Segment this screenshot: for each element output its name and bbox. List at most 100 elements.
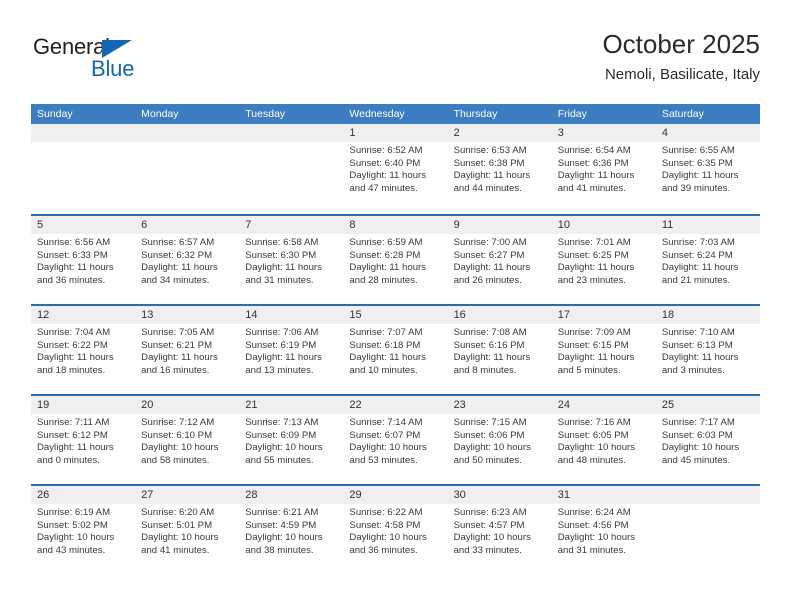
day-cell-8[interactable]: 8 Sunrise: 6:59 AM Sunset: 6:28 PM Daylight… (343, 216, 448, 304)
day-detail-line: Sunset: 6:06 PM (453, 429, 525, 441)
day-detail-line: Sunrise: 7:01 AM (557, 237, 631, 248)
day-detail-line: Sunrise: 7:07 AM (349, 327, 423, 338)
day-details: Sunrise: 6:58 AM Sunset: 6:30 PM Daylight:… (239, 234, 343, 287)
day-detail-line: and 3 minutes. (661, 364, 725, 376)
day-detail-line: Sunset: 6:09 PM (245, 429, 317, 441)
day-detail-line: Daylight: 10 hours (245, 442, 323, 454)
day-detail-line: Sunset: 6:30 PM (245, 249, 317, 261)
day-detail-line: Sunrise: 6:19 AM (37, 507, 111, 518)
day-detail-line: and 33 minutes. (453, 544, 522, 556)
day-number: 30 (447, 486, 552, 504)
day-detail-line: Sunset: 6:32 PM (141, 249, 213, 261)
day-cell-21[interactable]: 21 Sunrise: 7:13 AM Sunset: 6:09 PM Dayligh… (239, 396, 344, 484)
weekday-header-tuesday: Tuesday (245, 108, 286, 120)
day-details: Sunrise: 7:16 AM Sunset: 6:05 PM Daylight:… (552, 414, 656, 467)
day-detail-line: Sunrise: 7:08 AM (453, 327, 527, 338)
day-cell-empty (31, 124, 136, 214)
day-detail-line: Sunset: 4:56 PM (557, 519, 629, 531)
day-number (239, 124, 344, 142)
day-cell-25[interactable]: 25 Sunrise: 7:17 AM Sunset: 6:03 PM Dayligh… (655, 396, 760, 484)
day-cell-24[interactable]: 24 Sunrise: 7:16 AM Sunset: 6:05 PM Dayligh… (551, 396, 656, 484)
day-number: 2 (447, 124, 552, 142)
day-detail-line: and 48 minutes. (557, 454, 626, 466)
day-detail-line: Sunset: 6:05 PM (557, 429, 629, 441)
day-cell-30[interactable]: 30 Sunrise: 6:23 AM Sunset: 4:57 PM Dayligh… (447, 486, 552, 574)
day-detail-line: Sunset: 6:40 PM (349, 157, 421, 169)
day-number (31, 124, 136, 142)
day-detail-line: and 58 minutes. (141, 454, 210, 466)
day-cell-13[interactable]: 13 Sunrise: 7:05 AM Sunset: 6:21 PM Dayligh… (135, 306, 240, 394)
day-detail-line: Sunset: 6:36 PM (557, 157, 629, 169)
day-cell-5[interactable]: 5 Sunrise: 6:56 AM Sunset: 6:33 PM Daylight… (31, 216, 136, 304)
day-details (31, 142, 135, 145)
day-detail-line: Sunset: 6:10 PM (141, 429, 213, 441)
day-number: 20 (135, 396, 240, 414)
calendar-week-row: 19 Sunrise: 7:11 AM Sunset: 6:12 PM Dayligh… (31, 394, 760, 484)
day-cell-2[interactable]: 2 Sunrise: 6:53 AM Sunset: 6:38 PM Daylight… (447, 124, 552, 214)
day-detail-line: Daylight: 11 hours (245, 262, 322, 274)
calendar-page: General Blue October 2025 Nemoli, Basili… (0, 0, 792, 612)
page-header: General Blue October 2025 Nemoli, Basili… (31, 28, 760, 96)
calendar-week-row: 1 Sunrise: 6:52 AM Sunset: 6:40 PM Daylight… (31, 124, 760, 214)
day-cell-empty (135, 124, 240, 214)
day-number: 17 (551, 306, 656, 324)
day-details: Sunrise: 6:57 AM Sunset: 6:32 PM Daylight:… (135, 234, 239, 287)
day-cell-empty (655, 486, 760, 574)
day-detail-line: Daylight: 11 hours (37, 352, 114, 364)
day-cell-11[interactable]: 11 Sunrise: 7:03 AM Sunset: 6:24 PM Dayligh… (655, 216, 760, 304)
day-details: Sunrise: 7:07 AM Sunset: 6:18 PM Daylight:… (343, 324, 447, 377)
day-detail-line: Daylight: 11 hours (349, 170, 427, 182)
day-detail-line: Daylight: 10 hours (349, 532, 427, 544)
day-cell-1[interactable]: 1 Sunrise: 6:52 AM Sunset: 6:40 PM Daylight… (343, 124, 448, 214)
day-details: Sunrise: 7:11 AM Sunset: 6:12 PM Daylight:… (31, 414, 135, 467)
day-number: 13 (135, 306, 240, 324)
day-detail-line: Sunrise: 7:12 AM (141, 417, 215, 428)
day-detail-line: Sunset: 6:27 PM (453, 249, 525, 261)
day-cell-16[interactable]: 16 Sunrise: 7:08 AM Sunset: 6:16 PM Dayligh… (447, 306, 552, 394)
day-details: Sunrise: 6:56 AM Sunset: 6:33 PM Daylight:… (31, 234, 135, 287)
day-detail-line: Sunrise: 6:24 AM (557, 507, 631, 518)
day-details: Sunrise: 7:10 AM Sunset: 6:13 PM Daylight:… (656, 324, 760, 377)
day-cell-3[interactable]: 3 Sunrise: 6:54 AM Sunset: 6:36 PM Daylight… (551, 124, 656, 214)
day-cell-7[interactable]: 7 Sunrise: 6:58 AM Sunset: 6:30 PM Daylight… (239, 216, 344, 304)
day-cell-18[interactable]: 18 Sunrise: 7:10 AM Sunset: 6:13 PM Dayligh… (655, 306, 760, 394)
day-cell-29[interactable]: 29 Sunrise: 6:22 AM Sunset: 4:58 PM Dayligh… (343, 486, 448, 574)
day-detail-line: Sunrise: 7:13 AM (245, 417, 319, 428)
day-cell-14[interactable]: 14 Sunrise: 7:06 AM Sunset: 6:19 PM Dayligh… (239, 306, 344, 394)
day-number: 3 (551, 124, 656, 142)
day-cell-6[interactable]: 6 Sunrise: 6:57 AM Sunset: 6:32 PM Daylight… (135, 216, 240, 304)
day-details: Sunrise: 6:24 AM Sunset: 4:56 PM Daylight:… (552, 504, 656, 557)
day-cell-12[interactable]: 12 Sunrise: 7:04 AM Sunset: 6:22 PM Dayligh… (31, 306, 136, 394)
day-cell-15[interactable]: 15 Sunrise: 7:07 AM Sunset: 6:18 PM Dayligh… (343, 306, 448, 394)
day-cell-9[interactable]: 9 Sunrise: 7:00 AM Sunset: 6:27 PM Daylight… (447, 216, 552, 304)
weekday-header-sunday: Sunday (37, 108, 73, 120)
day-cell-4[interactable]: 4 Sunrise: 6:55 AM Sunset: 6:35 PM Daylight… (655, 124, 760, 214)
weekday-header-friday: Friday (557, 108, 587, 120)
day-detail-line: Daylight: 10 hours (557, 442, 636, 454)
page-subtitle: Nemoli, Basilicate, Italy (604, 66, 760, 83)
day-cell-27[interactable]: 27 Sunrise: 6:20 AM Sunset: 5:01 PM Dayligh… (135, 486, 240, 574)
day-cell-26[interactable]: 26 Sunrise: 6:19 AM Sunset: 5:02 PM Dayligh… (31, 486, 136, 574)
day-cell-19[interactable]: 19 Sunrise: 7:11 AM Sunset: 6:12 PM Dayligh… (31, 396, 136, 484)
day-detail-line: Sunset: 6:28 PM (349, 249, 421, 261)
day-detail-line: Daylight: 11 hours (453, 262, 531, 274)
day-detail-line: Sunset: 6:15 PM (557, 339, 629, 351)
calendar-week-row: 5 Sunrise: 6:56 AM Sunset: 6:33 PM Daylight… (31, 214, 760, 304)
day-detail-line: Daylight: 11 hours (453, 170, 531, 182)
day-number: 10 (551, 216, 656, 234)
day-number (135, 124, 240, 142)
day-number: 15 (343, 306, 448, 324)
day-cell-17[interactable]: 17 Sunrise: 7:09 AM Sunset: 6:15 PM Dayligh… (551, 306, 656, 394)
general-blue-logo[interactable]: General Blue (31, 34, 231, 90)
day-cell-31[interactable]: 31 Sunrise: 6:24 AM Sunset: 4:56 PM Dayligh… (551, 486, 656, 574)
day-number: 18 (655, 306, 760, 324)
day-cell-20[interactable]: 20 Sunrise: 7:12 AM Sunset: 6:10 PM Dayligh… (135, 396, 240, 484)
day-cell-10[interactable]: 10 Sunrise: 7:01 AM Sunset: 6:25 PM Dayligh… (551, 216, 656, 304)
weekday-header-wednesday: Wednesday (349, 108, 405, 120)
day-number: 29 (343, 486, 448, 504)
day-number (655, 486, 760, 504)
day-detail-line: and 45 minutes. (661, 454, 731, 466)
day-cell-23[interactable]: 23 Sunrise: 7:15 AM Sunset: 6:06 PM Dayligh… (447, 396, 552, 484)
day-cell-28[interactable]: 28 Sunrise: 6:21 AM Sunset: 4:59 PM Dayligh… (239, 486, 344, 574)
day-cell-22[interactable]: 22 Sunrise: 7:14 AM Sunset: 6:07 PM Dayligh… (343, 396, 448, 484)
